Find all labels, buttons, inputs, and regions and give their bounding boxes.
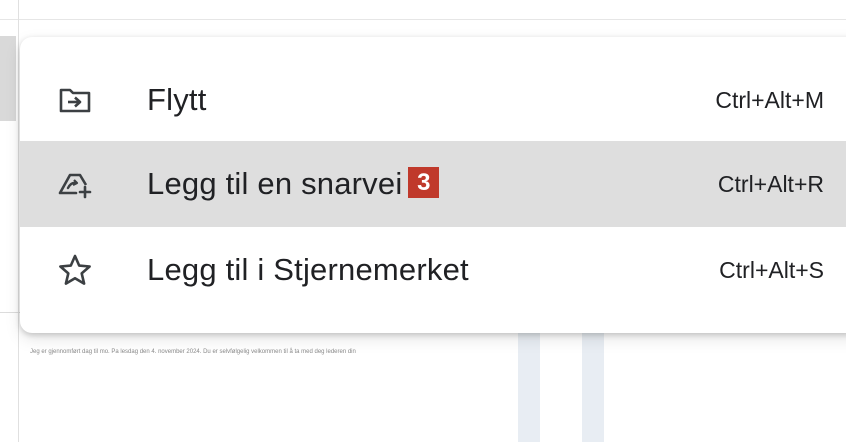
background-column [582, 330, 604, 442]
menu-item-label: Legg til i Stjernemerket [147, 252, 469, 287]
menu-item-label-text: Legg til en snarvei [147, 166, 403, 201]
background-fine-print: Jeg er gjennomført dag til mo. Pa lesdag… [30, 349, 356, 355]
context-menu: Flytt Ctrl+Alt+M Legg til en snarvei 3 Ct… [20, 37, 846, 333]
add-shortcut-icon [52, 161, 98, 207]
background-left-strip [0, 36, 16, 121]
menu-item-shortcut: Ctrl+Alt+R [717, 170, 824, 197]
menu-item-label: Flytt [147, 82, 207, 117]
menu-item-add-to-starred[interactable]: Legg til i Stjernemerket Ctrl+Alt+S [20, 227, 846, 313]
step-badge: 3 [408, 167, 440, 198]
menu-item-label: Legg til en snarvei 3 [147, 166, 440, 202]
menu-item-add-shortcut[interactable]: Legg til en snarvei 3 Ctrl+Alt+R [20, 141, 846, 227]
star-outline-icon [52, 247, 98, 293]
menu-item-shortcut: Ctrl+Alt+S [719, 256, 824, 283]
menu-item-shortcut: Ctrl+Alt+M [715, 86, 824, 113]
move-to-folder-icon [52, 77, 98, 123]
background-top-bar [0, 0, 846, 20]
background-column [518, 330, 540, 442]
background-divider-vertical [18, 0, 19, 442]
menu-item-move[interactable]: Flytt Ctrl+Alt+M [20, 57, 846, 143]
